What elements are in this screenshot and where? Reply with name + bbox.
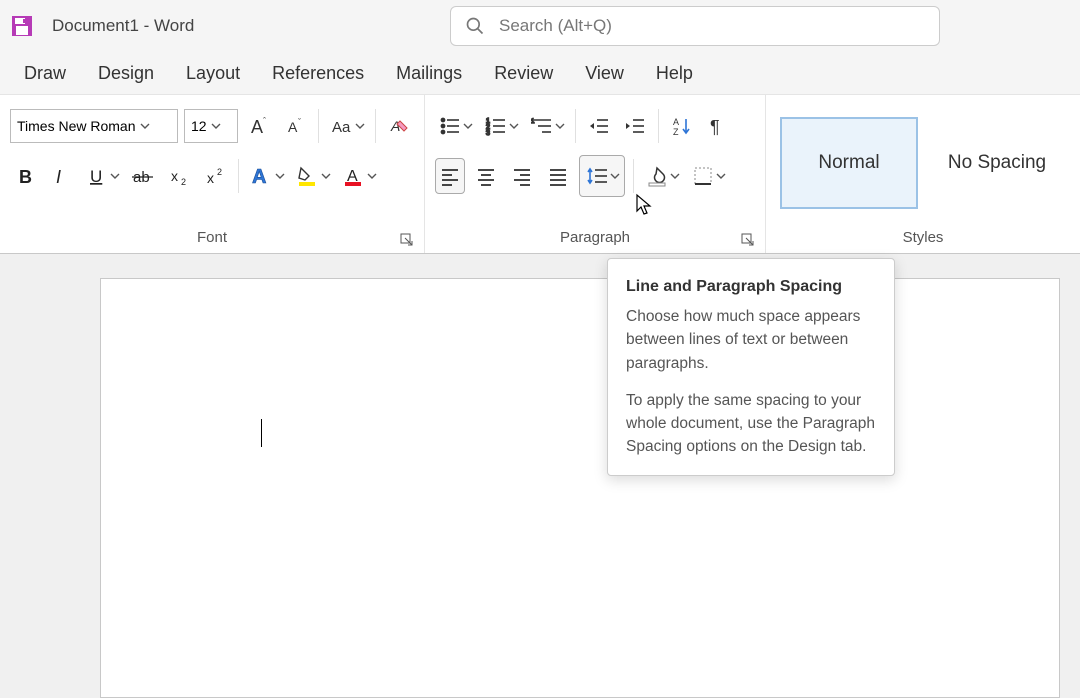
chevron-down-icon xyxy=(110,171,122,181)
menu-help[interactable]: Help xyxy=(656,63,693,84)
italic-button[interactable]: I xyxy=(46,158,76,194)
chevron-down-icon xyxy=(463,121,475,131)
svg-text:B: B xyxy=(19,167,32,187)
chevron-down-icon xyxy=(367,171,379,181)
styles-group: Normal No Spacing Styles xyxy=(766,95,1080,253)
bold-button[interactable]: B xyxy=(10,158,40,194)
shrink-font-button[interactable]: Aˇ xyxy=(280,108,310,144)
font-family-value: Times New Roman xyxy=(17,118,136,134)
svg-text:3: 3 xyxy=(486,130,490,137)
title-bar: Document1 - Word Search (Alt+Q) xyxy=(0,0,1080,52)
show-marks-button[interactable]: ¶ xyxy=(703,108,733,144)
search-box[interactable]: Search (Alt+Q) xyxy=(450,6,940,46)
numbering-button[interactable]: 123 xyxy=(481,108,521,144)
borders-button[interactable] xyxy=(688,158,728,194)
paragraph-group: 123 1 AZ ¶ xyxy=(425,95,766,253)
justify-button[interactable] xyxy=(543,158,573,194)
strikethrough-button[interactable]: ab xyxy=(128,158,158,194)
chevron-down-icon xyxy=(140,121,152,131)
svg-text:ˇ: ˇ xyxy=(298,117,301,127)
decrease-indent-button[interactable] xyxy=(584,108,614,144)
ribbon: Times New Roman 12 Aˆ Aˇ Aa A B xyxy=(0,94,1080,254)
save-icon[interactable] xyxy=(10,14,34,38)
menu-bar: Draw Design Layout References Mailings R… xyxy=(0,52,1080,94)
menu-draw[interactable]: Draw xyxy=(24,63,66,84)
menu-layout[interactable]: Layout xyxy=(186,63,240,84)
svg-text:2: 2 xyxy=(181,177,186,187)
superscript-button[interactable]: x2 xyxy=(200,158,230,194)
align-left-button[interactable] xyxy=(435,158,465,194)
chevron-down-icon xyxy=(716,171,728,181)
chevron-down-icon xyxy=(211,121,223,131)
text-effects-button[interactable]: A xyxy=(247,158,287,194)
dialog-launcher-icon[interactable] xyxy=(400,233,414,247)
svg-text:A: A xyxy=(288,119,298,135)
svg-text:U: U xyxy=(90,167,102,186)
menu-review[interactable]: Review xyxy=(494,63,553,84)
grow-font-button[interactable]: Aˆ xyxy=(244,108,274,144)
text-caret xyxy=(261,419,262,447)
menu-design[interactable]: Design xyxy=(98,63,154,84)
chevron-down-icon xyxy=(670,171,682,181)
svg-text:ˆ: ˆ xyxy=(263,116,266,126)
underline-button[interactable]: U xyxy=(82,158,122,194)
sort-button[interactable]: AZ xyxy=(667,108,697,144)
highlight-button[interactable] xyxy=(293,158,333,194)
styles-group-label: Styles xyxy=(903,229,944,246)
tooltip-body: To apply the same spacing to your whole … xyxy=(626,389,876,459)
style-normal[interactable]: Normal xyxy=(780,117,918,209)
chevron-down-icon xyxy=(555,121,567,131)
svg-text:x: x xyxy=(171,168,178,184)
clear-formatting-button[interactable]: A xyxy=(384,108,414,144)
dialog-launcher-icon[interactable] xyxy=(741,233,755,247)
line-spacing-button[interactable] xyxy=(579,155,625,197)
paragraph-group-label: Paragraph xyxy=(560,229,630,246)
document-title: Document1 - Word xyxy=(52,16,194,36)
align-center-button[interactable] xyxy=(471,158,501,194)
svg-text:¶: ¶ xyxy=(710,117,720,137)
subscript-button[interactable]: x2 xyxy=(164,158,194,194)
bullets-button[interactable] xyxy=(435,108,475,144)
chevron-down-icon xyxy=(355,121,367,131)
multilevel-list-button[interactable]: 1 xyxy=(527,108,567,144)
svg-text:x: x xyxy=(207,170,214,186)
font-color-button[interactable]: A xyxy=(339,158,379,194)
svg-text:A: A xyxy=(673,117,679,127)
tooltip-body: Choose how much space appears between li… xyxy=(626,305,876,375)
document-page[interactable] xyxy=(100,278,1060,698)
svg-text:I: I xyxy=(56,167,61,187)
svg-text:A: A xyxy=(252,166,266,188)
change-case-button[interactable]: Aa xyxy=(327,108,367,144)
search-placeholder: Search (Alt+Q) xyxy=(499,16,612,36)
chevron-down-icon xyxy=(321,171,333,181)
shading-button[interactable] xyxy=(642,158,682,194)
svg-text:2: 2 xyxy=(217,167,222,177)
search-icon xyxy=(465,16,485,36)
chevron-down-icon xyxy=(610,171,622,181)
menu-references[interactable]: References xyxy=(272,63,364,84)
menu-mailings[interactable]: Mailings xyxy=(396,63,462,84)
font-group-label: Font xyxy=(197,229,227,246)
font-size-value: 12 xyxy=(191,118,207,134)
menu-view[interactable]: View xyxy=(585,63,624,84)
tooltip-line-spacing: Line and Paragraph Spacing Choose how mu… xyxy=(607,258,895,476)
svg-text:Aa: Aa xyxy=(332,119,351,136)
chevron-down-icon xyxy=(275,171,287,181)
svg-text:Z: Z xyxy=(673,127,679,137)
increase-indent-button[interactable] xyxy=(620,108,650,144)
svg-text:A: A xyxy=(251,117,263,137)
font-size-select[interactable]: 12 xyxy=(184,109,238,143)
font-family-select[interactable]: Times New Roman xyxy=(10,109,178,143)
align-right-button[interactable] xyxy=(507,158,537,194)
tooltip-title: Line and Paragraph Spacing xyxy=(626,275,876,299)
font-group: Times New Roman 12 Aˆ Aˇ Aa A B xyxy=(0,95,425,253)
chevron-down-icon xyxy=(509,121,521,131)
style-no-spacing[interactable]: No Spacing xyxy=(928,117,1066,209)
